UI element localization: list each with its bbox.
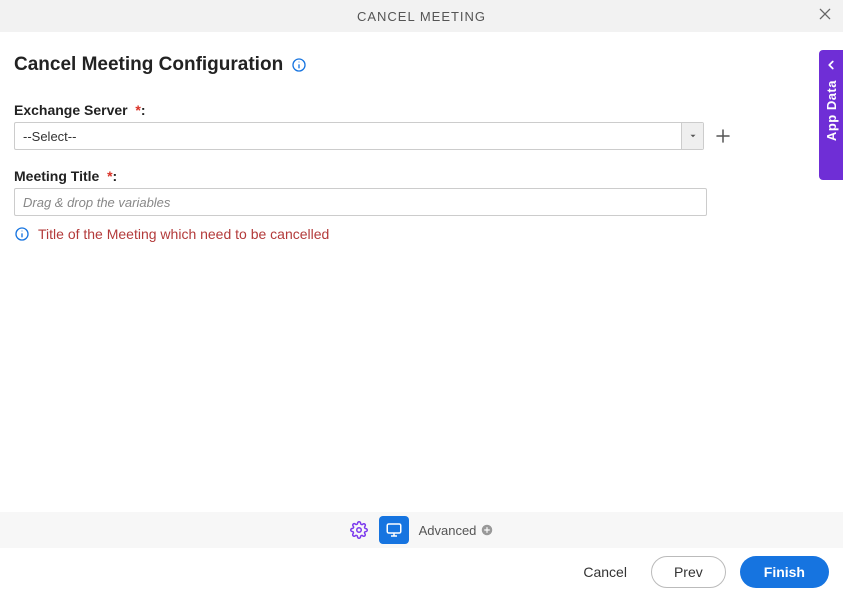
close-icon (817, 6, 833, 22)
meeting-title-label-text: Meeting Title (14, 168, 99, 184)
dialog-header: CANCEL MEETING (0, 0, 843, 32)
exchange-server-select[interactable]: --Select-- (14, 122, 704, 150)
plus-circle-icon (480, 523, 494, 537)
screen-icon (385, 521, 403, 539)
meeting-title-hint: Title of the Meeting which need to be ca… (38, 226, 329, 242)
page-title-row: Cancel Meeting Configuration (14, 54, 829, 76)
plus-icon (714, 127, 732, 145)
info-icon (14, 226, 30, 242)
info-icon[interactable] (291, 57, 307, 73)
dialog-title: CANCEL MEETING (357, 9, 486, 24)
meeting-title-label: Meeting Title *: (14, 168, 829, 184)
select-caret-button[interactable] (681, 123, 703, 149)
label-colon: : (113, 168, 118, 184)
advanced-toggle[interactable]: Advanced (419, 523, 495, 538)
chevron-down-icon (688, 131, 698, 141)
chevron-left-icon (824, 58, 838, 72)
exchange-server-label-text: Exchange Server (14, 102, 128, 118)
settings-button[interactable] (349, 520, 369, 540)
meeting-title-hint-row: Title of the Meeting which need to be ca… (14, 226, 829, 242)
screen-mode-button[interactable] (379, 516, 409, 544)
exchange-server-value: --Select-- (15, 123, 681, 149)
finish-button[interactable]: Finish (740, 556, 829, 588)
meeting-title-input[interactable] (14, 188, 707, 216)
exchange-server-row: --Select-- (14, 122, 829, 150)
cancel-button[interactable]: Cancel (573, 558, 637, 586)
prev-button[interactable]: Prev (651, 556, 726, 588)
exchange-server-label: Exchange Server *: (14, 102, 829, 118)
bottom-toolbar: Advanced (0, 512, 843, 548)
app-data-panel-toggle[interactable]: App Data (819, 50, 843, 180)
footer: Cancel Prev Finish (0, 548, 843, 594)
gear-icon (350, 521, 368, 539)
add-server-button[interactable] (714, 127, 732, 145)
close-button[interactable] (817, 6, 833, 27)
app-data-label: App Data (824, 80, 839, 141)
advanced-label: Advanced (419, 523, 477, 538)
page-title: Cancel Meeting Configuration (14, 54, 283, 76)
label-colon: : (141, 102, 146, 118)
content-area: Cancel Meeting Configuration Exchange Se… (0, 32, 843, 242)
